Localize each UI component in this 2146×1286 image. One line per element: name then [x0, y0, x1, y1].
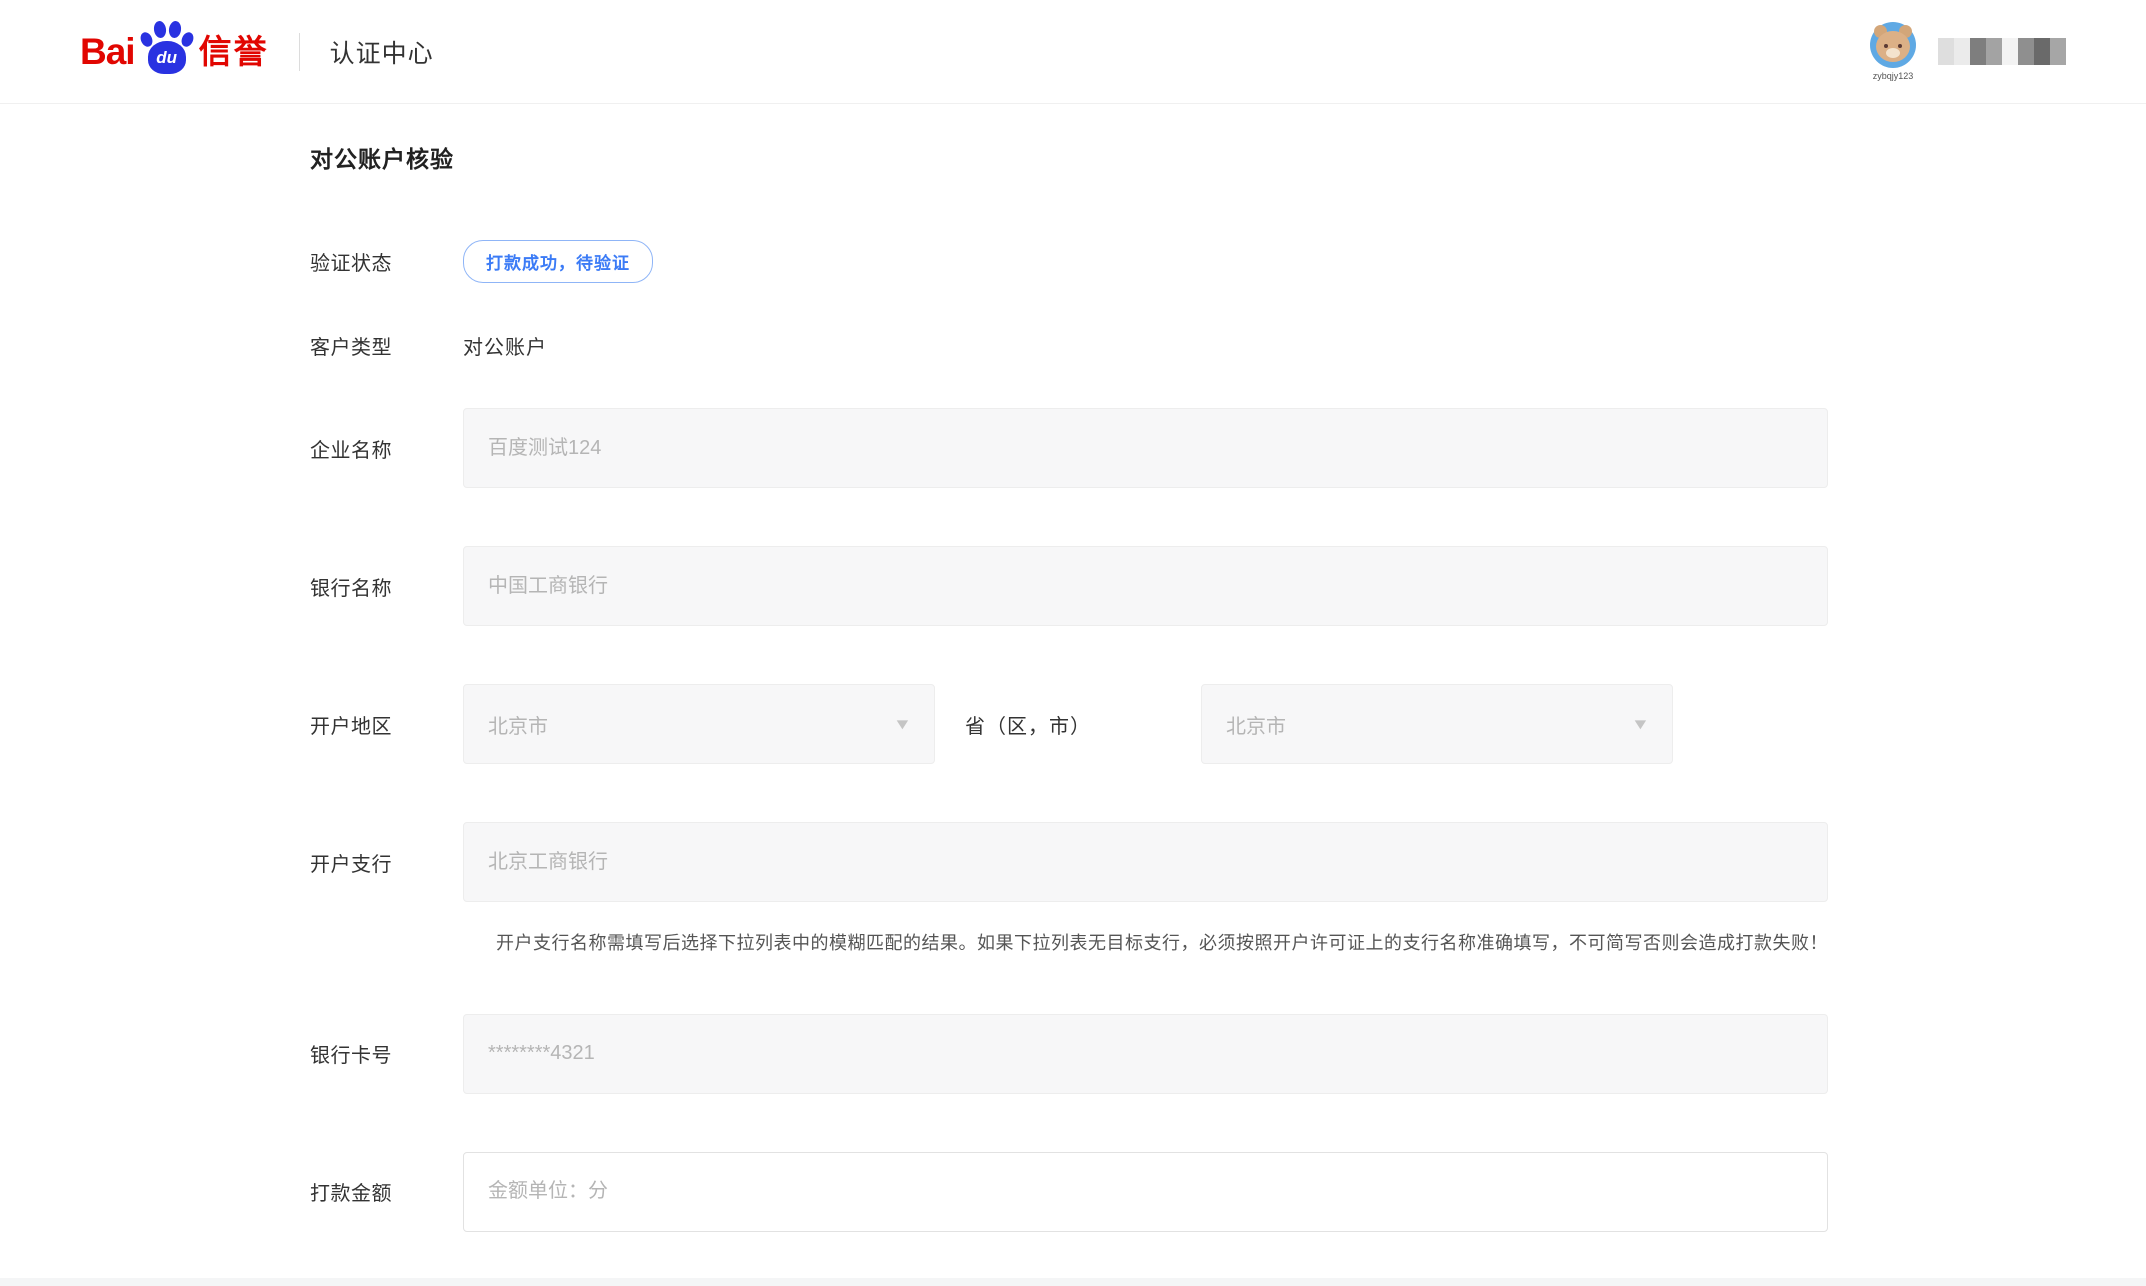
page-title: 对公账户核验 [310, 140, 2146, 174]
header-right: zybqjy123 [1870, 22, 2066, 81]
city-select[interactable]: 北京市 ▼ [1201, 684, 1673, 764]
company-name-label: 企业名称 [310, 434, 463, 463]
chevron-down-icon: ▼ [893, 716, 912, 733]
username-label: zybqjy123 [1873, 71, 1914, 81]
branch-label: 开户支行 [310, 848, 463, 877]
account-region-row: 开户地区 北京市 ▼ 省（区，市） 北京市 ▼ [310, 684, 2146, 764]
nav-title: 认证中心 [330, 34, 434, 70]
bank-name-row: 银行名称 [310, 546, 2146, 626]
verification-status-label: 验证状态 [310, 247, 463, 276]
logo-text-bai: Bai [80, 33, 135, 70]
chevron-down-icon: ▼ [1631, 716, 1650, 733]
company-name-row: 企业名称 [310, 408, 2146, 488]
branch-hint-text: 开户支行名称需填写后选择下拉列表中的模糊匹配的结果。如果下拉列表无目标支行，必须… [460, 928, 1832, 960]
baidu-paw-icon: du [137, 19, 197, 77]
verification-status-row: 验证状态 打款成功，待验证 [310, 240, 2146, 283]
bank-name-input[interactable] [463, 546, 1828, 626]
company-name-input[interactable] [463, 408, 1828, 488]
baidu-xinyu-logo[interactable]: Bai du 信誉 [80, 23, 269, 81]
city-select-value: 北京市 [1226, 710, 1633, 739]
card-number-row: 银行卡号 [310, 1014, 2146, 1094]
status-badge: 打款成功，待验证 [463, 240, 653, 283]
main-content: 对公账户核验 验证状态 打款成功，待验证 客户类型 对公账户 企业名称 银行名称… [0, 104, 2146, 1232]
branch-row: 开户支行 [310, 822, 2146, 902]
payment-amount-label: 打款金额 [310, 1177, 463, 1206]
bank-name-label: 银行名称 [310, 572, 463, 601]
header: Bai du 信誉 认证中心 zybqjy123 [0, 0, 2146, 104]
card-number-label: 银行卡号 [310, 1039, 463, 1068]
customer-type-row: 客户类型 对公账户 [310, 331, 2146, 360]
logo-text-du: du [156, 49, 177, 66]
customer-type-label: 客户类型 [310, 331, 463, 360]
bear-avatar-icon [1870, 22, 1916, 68]
card-number-input[interactable] [463, 1014, 1828, 1094]
region-suffix-label: 省（区，市） [965, 710, 1091, 739]
province-select[interactable]: 北京市 ▼ [463, 684, 935, 764]
page: Bai du 信誉 认证中心 zybqjy123 [0, 0, 2146, 1278]
branch-input[interactable] [463, 822, 1828, 902]
account-region-label: 开户地区 [310, 710, 463, 739]
header-divider [299, 33, 300, 71]
user-menu[interactable]: zybqjy123 [1870, 22, 1916, 81]
province-select-value: 北京市 [488, 710, 895, 739]
customer-type-value: 对公账户 [463, 331, 547, 360]
payment-amount-input[interactable] [463, 1152, 1828, 1232]
redacted-user-info [1938, 38, 2066, 65]
payment-amount-row: 打款金额 [310, 1152, 2146, 1232]
logo-text-xinyu: 信誉 [199, 35, 269, 68]
